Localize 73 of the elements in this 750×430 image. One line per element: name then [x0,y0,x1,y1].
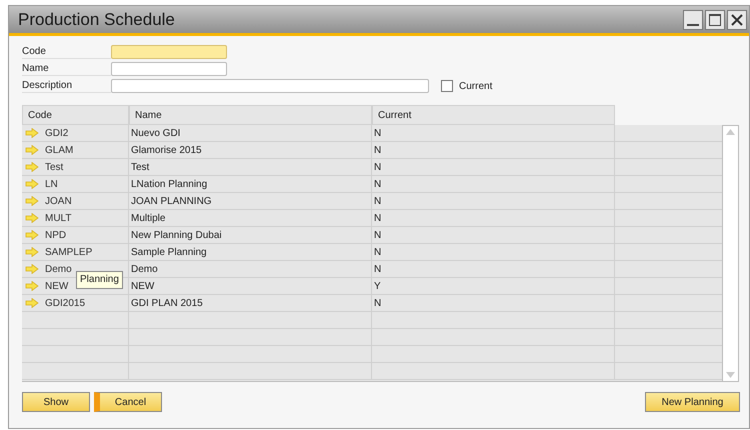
arrow-right-icon [25,162,39,172]
column-header[interactable]: Code [22,105,129,125]
arrow-right-icon [25,247,39,257]
scroll-down-icon[interactable] [726,372,735,378]
arrow-right-icon [25,213,39,223]
table-cell[interactable]: NPD [22,227,129,243]
table-cell: GDI PLAN 2015 [129,295,372,311]
table-cell: NEW [129,278,372,294]
table-cell[interactable]: MULT [22,210,129,226]
checkbox-label: Current [459,80,492,94]
table-cell: N [372,227,615,243]
code-text: NPD [45,228,66,242]
column-header[interactable]: Current [372,105,615,125]
code-text: JOAN [45,194,72,208]
table-cell: N [372,244,615,260]
close-icon [731,14,743,26]
scrollbar[interactable] [722,125,739,382]
arrow-right-icon [25,196,39,206]
arrow-right-icon [25,264,39,274]
table-cell: N [372,125,615,141]
table-cell: Demo [129,261,372,277]
table-cell: New Planning Dubai [129,227,372,243]
window-title: Production Schedule [18,8,176,31]
table-cell: N [372,142,615,158]
table-cell: Nuevo GDI [129,125,372,141]
table-cell: N [372,193,615,209]
action-button[interactable]: Show [22,392,90,412]
code-text: GDI2015 [45,296,86,310]
code-text: LN [45,178,58,192]
table-cell[interactable]: GDI2 [22,125,129,141]
table-cell: N [372,210,615,226]
code-text: GLAM [45,144,74,158]
arrow-right-icon [25,298,39,308]
table-cell: N [372,261,615,277]
table-cell: Y [372,278,615,294]
table-cell[interactable]: JOAN [22,193,129,209]
input-field[interactable] [111,45,227,59]
scroll-up-icon[interactable] [726,129,735,135]
code-text: Demo [45,262,72,276]
maximize-button[interactable] [705,10,725,30]
code-text: MULT [45,212,72,226]
code-text: Test [45,160,64,174]
column-header[interactable]: Name [129,105,372,125]
table-cell: Glamorise 2015 [129,142,372,158]
arrow-right-icon [25,179,39,189]
table-cell: JOAN PLANNING [129,193,372,209]
close-button[interactable] [727,10,747,30]
table-cell[interactable]: GDI2015 [22,295,129,311]
table-cell[interactable]: GLAM [22,142,129,158]
action-button[interactable]: Cancel [94,392,162,412]
input-field[interactable] [111,79,429,93]
table-cell[interactable]: SAMPLEP [22,244,129,260]
checkbox[interactable] [441,80,453,92]
table-cell: Test [129,159,372,175]
table-cell[interactable]: LN [22,176,129,192]
arrow-right-icon [25,281,39,291]
code-text: NEW [45,280,68,294]
tooltip: Planning [76,271,123,289]
table-cell: Sample Planning [129,244,372,260]
arrow-right-icon [25,230,39,240]
table-cell: N [372,295,615,311]
code-text: GDI2 [45,126,68,140]
table-cell: N [372,159,615,175]
table-cell: Multiple [129,210,372,226]
table-cell: N [372,176,615,192]
table-cell[interactable]: Test [22,159,129,175]
arrow-right-icon [25,128,39,138]
code-text: SAMPLEP [45,246,92,260]
input-field[interactable] [111,62,227,76]
arrow-right-icon [25,145,39,155]
table-cell: LNation Planning [129,176,372,192]
minimize-button[interactable] [683,10,703,30]
new-planning-button[interactable]: New Planning [645,392,740,412]
